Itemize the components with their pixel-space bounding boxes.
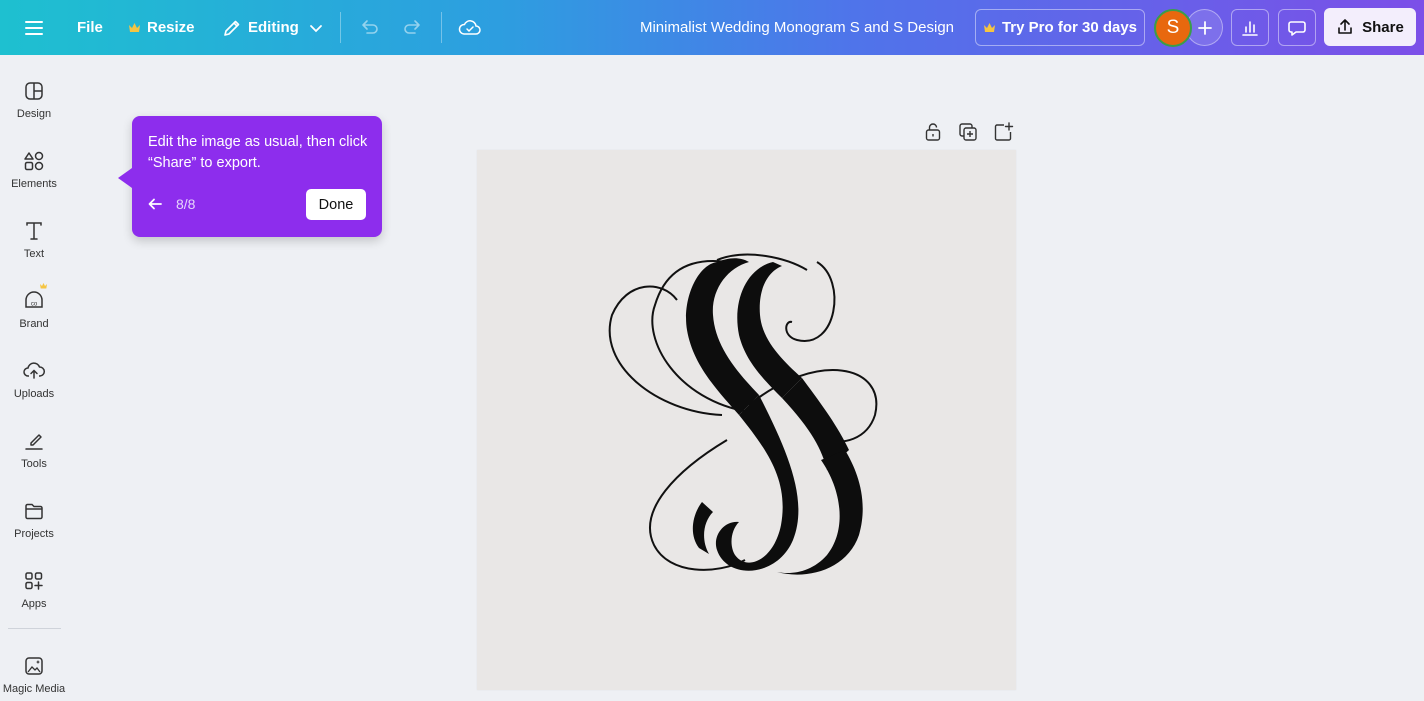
onboarding-tooltip: Edit the image as usual, then click “Sha… [118,116,382,237]
design-layout-icon [25,82,43,100]
try-pro-label: Try Pro for 30 days [1001,19,1138,36]
top-toolbar: File Resize Editing Minimalist Wedding M… [0,0,1424,55]
bar-chart-icon [1242,20,1258,36]
file-menu-label: File [77,19,103,36]
sidebar-divider [8,628,61,629]
tooltip-step-counter: 8/8 [176,196,196,212]
sidebar-item-elements[interactable]: Elements [0,137,68,203]
sidebar-item-label: Text [23,248,45,260]
sidebar-item-label: Magic Media [2,683,66,695]
add-page-icon[interactable] [992,121,1014,143]
sidebar-item-magic-media[interactable]: Magic Media [0,642,68,701]
elements-shapes-icon [24,151,44,171]
chevron-down-icon [309,24,322,32]
comment-bubble-icon [1288,20,1306,36]
hamburger-menu-icon [25,20,43,35]
sidebar-item-uploads[interactable]: Uploads [0,347,68,413]
share-upload-icon [1338,19,1352,34]
document-title[interactable]: Minimalist Wedding Monogram S and S Desi… [620,0,974,55]
toolbar-divider [441,12,442,43]
comments-button[interactable] [1278,9,1316,46]
sidebar-item-label: Design [16,108,52,120]
apps-grid-icon [25,572,43,590]
done-button[interactable]: Done [306,189,366,220]
sidebar-item-label: Brand [19,318,49,330]
sidebar-item-label: Projects [14,528,54,540]
editing-mode-button[interactable]: Editing [222,0,323,55]
sidebar-item-tools[interactable]: Tools [0,417,68,483]
sidebar-item-design[interactable]: Design [0,67,68,133]
toolbar-divider [340,12,341,43]
undo-icon [362,19,378,34]
crown-icon [983,23,995,32]
sidebar-item-label: Apps [21,598,47,610]
file-menu-button[interactable]: File [77,0,103,55]
user-avatar[interactable]: S [1154,9,1192,47]
text-t-icon [26,222,42,240]
main-menu-button[interactable] [24,0,44,55]
left-sidebar: Design Elements Text co Brand Uploads To… [0,55,68,701]
sidebar-item-apps[interactable]: Apps [0,557,68,623]
sidebar-item-label: Uploads [13,388,55,400]
editing-label: Editing [248,19,299,36]
try-pro-button[interactable]: Try Pro for 30 days [975,9,1145,46]
cloud-check-icon [458,19,481,35]
plus-icon [1197,20,1212,35]
sidebar-item-projects[interactable]: Projects [0,487,68,553]
share-label: Share [1362,18,1404,36]
cloud-save-status[interactable] [458,0,482,55]
brand-kit-icon: co [25,283,47,308]
resize-button[interactable]: Resize [128,0,195,55]
redo-icon [404,19,420,34]
folder-icon [25,503,43,520]
cloud-upload-icon [23,362,45,379]
sidebar-item-label: Elements [11,178,57,190]
magic-media-icon [25,657,43,675]
undo-button[interactable] [358,0,380,55]
duplicate-page-icon[interactable] [957,121,979,143]
monogram-artwork[interactable] [477,150,1016,690]
arrow-left-icon[interactable] [146,195,164,213]
lock-icon[interactable] [922,121,944,143]
crown-icon [129,23,140,32]
sidebar-item-label: Tools [21,458,47,470]
resize-label: Resize [147,19,195,36]
svg-text:co: co [31,302,38,308]
pencil-icon [224,20,240,36]
share-button[interactable]: Share [1324,8,1416,46]
sidebar-item-brand[interactable]: co Brand [0,277,68,343]
draw-tools-icon [25,434,43,450]
sidebar-item-text[interactable]: Text [0,207,68,273]
insights-button[interactable] [1231,9,1269,46]
redo-button[interactable] [402,0,424,55]
tooltip-message: Edit the image as usual, then click “Sha… [148,134,368,171]
